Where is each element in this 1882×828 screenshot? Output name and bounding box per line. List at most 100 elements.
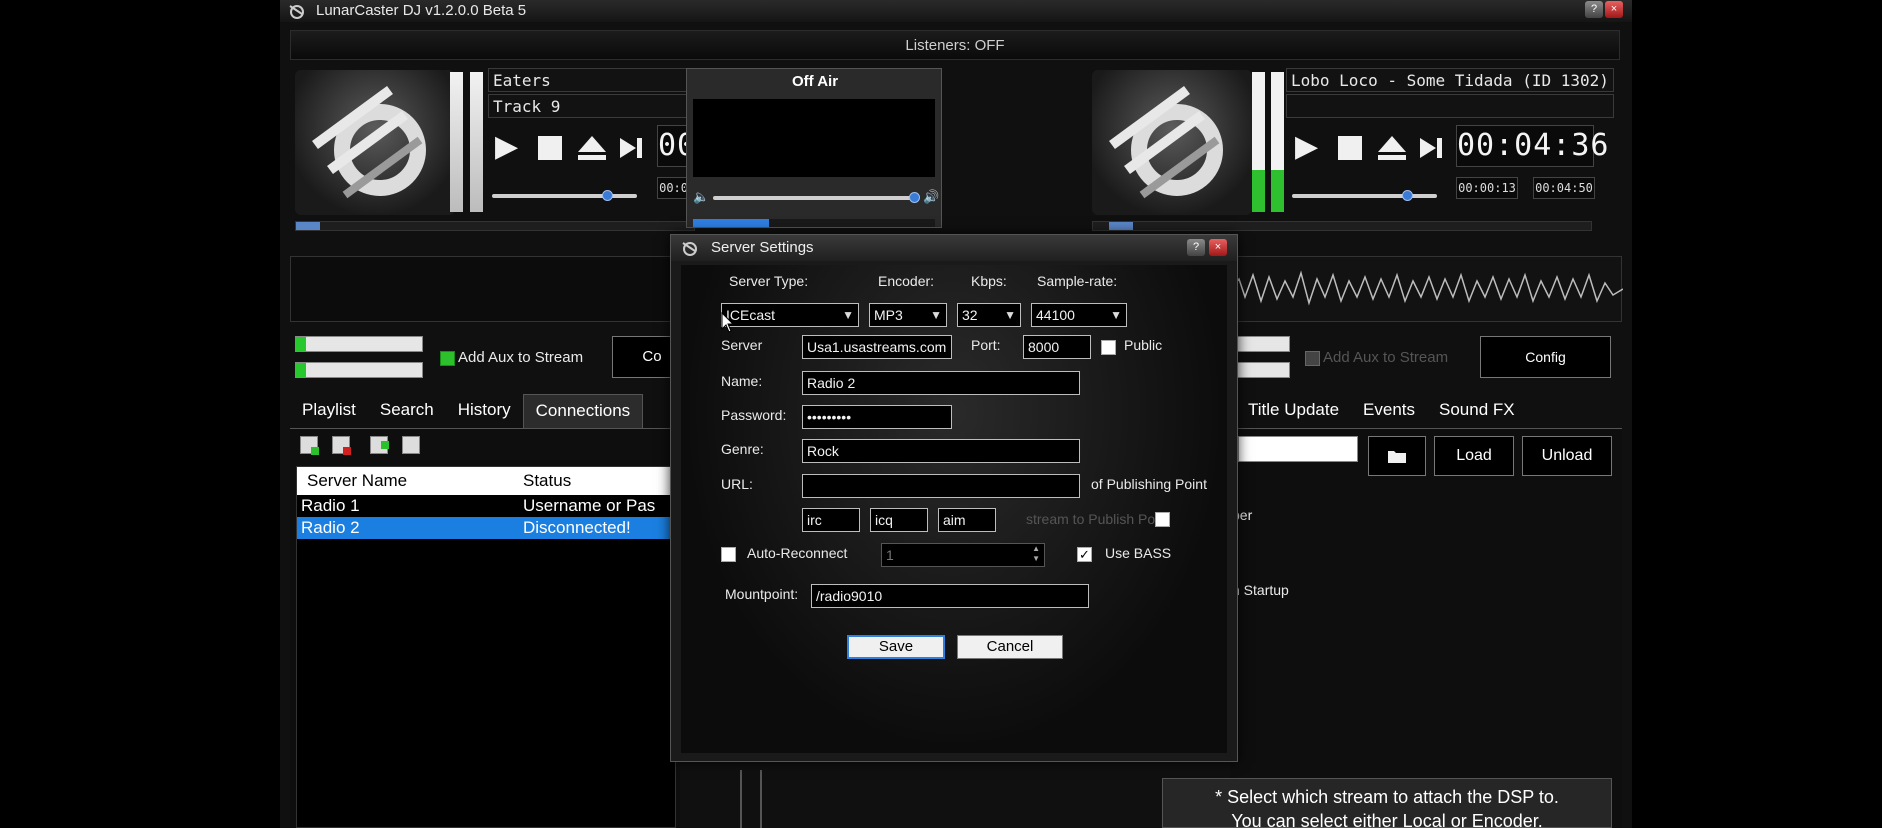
tab-connections[interactable]: Connections [522, 394, 644, 428]
deck-left-eject-icon[interactable] [576, 134, 608, 162]
port-label: Port: [971, 337, 1001, 353]
deck-right-next-icon[interactable] [1418, 136, 1444, 160]
url-field[interactable] [802, 474, 1080, 498]
listeners-status: Listeners: OFF [290, 30, 1620, 60]
partial-label-2: n Startup [1232, 582, 1289, 598]
remove-server-icon[interactable] [332, 436, 351, 455]
save-button[interactable]: Save [847, 635, 945, 659]
name-field[interactable]: Radio 2 [802, 371, 1080, 395]
edit-server-icon[interactable] [370, 436, 389, 454]
onair-panel: Off Air 🔈 🔊 [686, 68, 942, 228]
sample-rate-value: 44100 [1036, 307, 1075, 323]
deck-left-next-icon[interactable] [618, 136, 644, 160]
deck-right-play-icon[interactable]: ▶ [1295, 132, 1318, 162]
chevron-down-icon: ▼ [930, 308, 942, 322]
encoder-select[interactable]: MP3 ▼ [869, 303, 947, 327]
app-logo-icon [289, 5, 304, 19]
auto-reconnect-checkbox[interactable] [721, 547, 736, 562]
folder-icon [1388, 451, 1406, 463]
deck-left-volume-thumb[interactable] [602, 190, 613, 201]
deck-right-volume-slider[interactable] [1292, 194, 1437, 198]
sample-rate-select[interactable]: 44100 ▼ [1031, 303, 1127, 327]
connections-grid: Server Name Status Radio 1 Username or P… [296, 466, 676, 828]
divider-right [760, 770, 762, 828]
close-button[interactable]: × [1605, 1, 1623, 18]
icq-field[interactable]: icq [870, 508, 928, 532]
genre-label: Genre: [721, 441, 764, 457]
header-status[interactable]: Status [523, 471, 571, 491]
crossfader-slider[interactable] [713, 196, 913, 200]
browse-folder-button[interactable] [1368, 436, 1426, 476]
crossfader-thumb[interactable] [909, 192, 920, 203]
dialog-help-button[interactable]: ? [1187, 239, 1205, 256]
load-button[interactable]: Load [1434, 436, 1514, 476]
chevron-down-icon: ▼ [1004, 308, 1016, 322]
genre-field[interactable]: Rock [802, 439, 1080, 463]
tab-search[interactable]: Search [368, 394, 446, 428]
deck-left-stop-icon[interactable] [538, 136, 562, 160]
encoder-label: Encoder: [878, 273, 935, 289]
tab-history[interactable]: History [446, 394, 523, 428]
tab-playlist[interactable]: Playlist [290, 394, 368, 428]
tab-title-update[interactable]: Title Update [1236, 394, 1351, 428]
right-add-aux-label: Add Aux to Stream [1323, 349, 1449, 366]
stepper-arrows-icon[interactable]: ▲ ▼ [1032, 544, 1040, 564]
deck-left-logo [295, 70, 455, 215]
reconnect-interval-stepper[interactable]: 1 ▲ ▼ [881, 543, 1045, 567]
deck-right-title [1286, 94, 1614, 118]
cancel-button[interactable]: Cancel [957, 635, 1063, 659]
kbps-value: 32 [962, 307, 978, 323]
deck-left-volume-slider[interactable] [492, 194, 637, 198]
kbps-select[interactable]: 32 ▼ [957, 303, 1021, 327]
header-server-name[interactable]: Server Name [307, 471, 407, 491]
mountpoint-field[interactable]: /radio9010 [811, 584, 1089, 608]
onair-label: Off Air [791, 73, 839, 90]
server-field[interactable]: Usa1.usastreams.com [802, 335, 952, 359]
irc-field[interactable]: irc [802, 508, 860, 532]
server-settings-dialog: Server Settings ? × Server Type: Encoder… [670, 234, 1238, 762]
deck-right-progress[interactable] [1092, 221, 1592, 231]
dialog-title-bar: Server Settings ? × [671, 235, 1237, 261]
public-checkbox[interactable] [1101, 340, 1116, 355]
grid-header: Server Name Status [297, 467, 675, 495]
left-add-aux-checkbox[interactable] [440, 351, 455, 366]
port-field[interactable]: 8000 [1023, 335, 1091, 359]
deck-right-stop-icon[interactable] [1338, 136, 1362, 160]
dialog-close-button[interactable]: × [1209, 239, 1227, 256]
table-row[interactable]: Radio 1 Username or Pas [297, 495, 675, 517]
password-field[interactable]: ••••••••• [802, 405, 952, 429]
sample-rate-label: Sample-rate: [1037, 273, 1118, 289]
table-row-selected[interactable]: Radio 2 Disconnected! [297, 517, 675, 539]
tab-events[interactable]: Events [1351, 394, 1427, 428]
help-button[interactable]: ? [1585, 1, 1603, 18]
right-config-button[interactable]: Config [1480, 336, 1611, 378]
aim-field[interactable]: aim [938, 508, 996, 532]
mouse-cursor-icon [721, 312, 735, 333]
stream-to-publish-label: stream to Publish Point [1026, 511, 1170, 527]
stream-to-publish-checkbox[interactable] [1155, 512, 1170, 527]
title-bar: LunarCaster DJ v1.2.0.0 Beta 5 ? × [280, 0, 1632, 22]
left-add-aux-label: Add Aux to Stream [458, 349, 584, 366]
lunarcaster-logo-icon-right [1109, 85, 1223, 199]
server-settings-icon[interactable] [402, 436, 420, 454]
deck-right-volume-thumb[interactable] [1402, 190, 1413, 201]
unload-button[interactable]: Unload [1522, 436, 1612, 476]
right-add-aux-checkbox[interactable] [1305, 351, 1320, 366]
volume-icon[interactable]: 🔊 [923, 189, 939, 205]
add-server-icon[interactable] [300, 436, 319, 455]
kbps-label: Kbps: [971, 273, 1007, 289]
deck-right-elapsed: 00:00:13 [1456, 177, 1518, 199]
url-label: URL: [721, 476, 753, 492]
mute-icon[interactable]: 🔈 [693, 189, 709, 205]
deck-left-progress[interactable] [295, 221, 695, 231]
deck-right-time: 00:04:36 [1456, 125, 1609, 167]
deck-left-play-icon[interactable]: ▶ [495, 132, 518, 162]
server-type-select[interactable]: ICEcast ▼ [721, 303, 859, 327]
right-text-input[interactable] [1238, 436, 1358, 462]
use-bass-checkbox[interactable]: ✓ [1077, 547, 1092, 562]
deck-right-logo [1092, 70, 1252, 215]
right-tabs: Title Update Events Sound FX [1236, 394, 1527, 428]
chevron-down-icon: ▼ [842, 308, 854, 322]
tab-sound-fx[interactable]: Sound FX [1427, 394, 1527, 428]
deck-right-eject-icon[interactable] [1376, 134, 1408, 162]
